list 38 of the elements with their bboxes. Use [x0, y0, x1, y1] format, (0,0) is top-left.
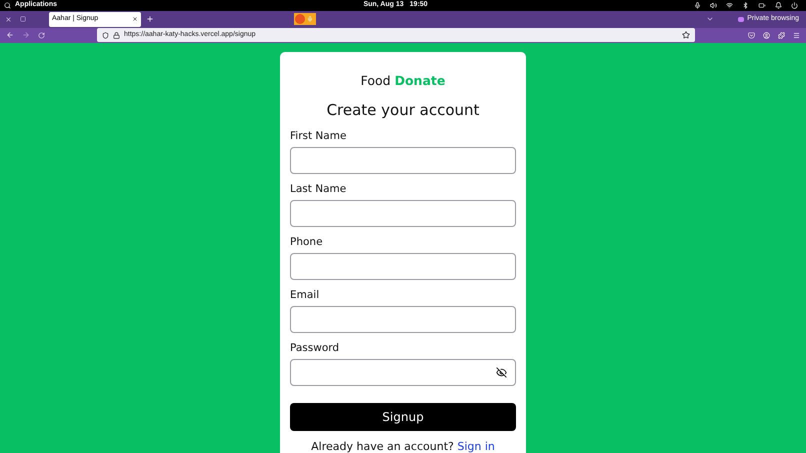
new-tab-icon[interactable]	[146, 15, 154, 24]
search-icon[interactable]	[4, 2, 11, 9]
form-title: Create your account	[326, 100, 480, 120]
wifi-icon[interactable]	[726, 2, 733, 9]
pocket-icon[interactable]	[748, 32, 755, 39]
account-icon[interactable]	[763, 32, 770, 39]
bluetooth-icon[interactable]	[742, 2, 749, 9]
microphone-icon[interactable]	[694, 2, 701, 9]
bookmark-star-icon[interactable]	[682, 31, 690, 40]
signin-prompt: Already have an account? Sign in	[310, 440, 496, 453]
hide-password-icon[interactable]	[496, 367, 507, 378]
input-field[interactable]	[290, 200, 516, 227]
brand-logo: Food Donate	[360, 72, 446, 90]
field-label: Last Name	[290, 182, 348, 196]
notification-icon[interactable]	[775, 2, 782, 9]
extensions-icon[interactable]	[778, 32, 785, 39]
field-label: Email	[290, 288, 320, 302]
signup-button[interactable]: Signup	[290, 403, 516, 431]
shield-icon[interactable]	[102, 32, 109, 39]
lock-icon[interactable]	[113, 32, 120, 39]
reload-icon[interactable]	[38, 32, 45, 39]
password-field[interactable]	[290, 359, 516, 386]
window-icon[interactable]	[20, 16, 26, 22]
volume-icon[interactable]	[710, 2, 717, 9]
power-icon[interactable]	[791, 2, 798, 9]
input-field[interactable]	[290, 253, 516, 280]
menu-icon[interactable]	[793, 32, 800, 39]
field-label: Phone	[290, 235, 324, 249]
close-icon[interactable]	[5, 16, 12, 23]
field-label: Password	[290, 341, 340, 355]
sign-in-link[interactable]: Sign in	[457, 440, 495, 453]
back-icon[interactable]	[6, 31, 14, 40]
input-field[interactable]	[290, 306, 516, 333]
battery-icon[interactable]	[758, 2, 766, 9]
input-field[interactable]	[290, 147, 516, 174]
field-label: First Name	[290, 129, 348, 143]
app-indicator-icon	[294, 13, 316, 26]
close-tab-icon[interactable]	[132, 16, 138, 22]
